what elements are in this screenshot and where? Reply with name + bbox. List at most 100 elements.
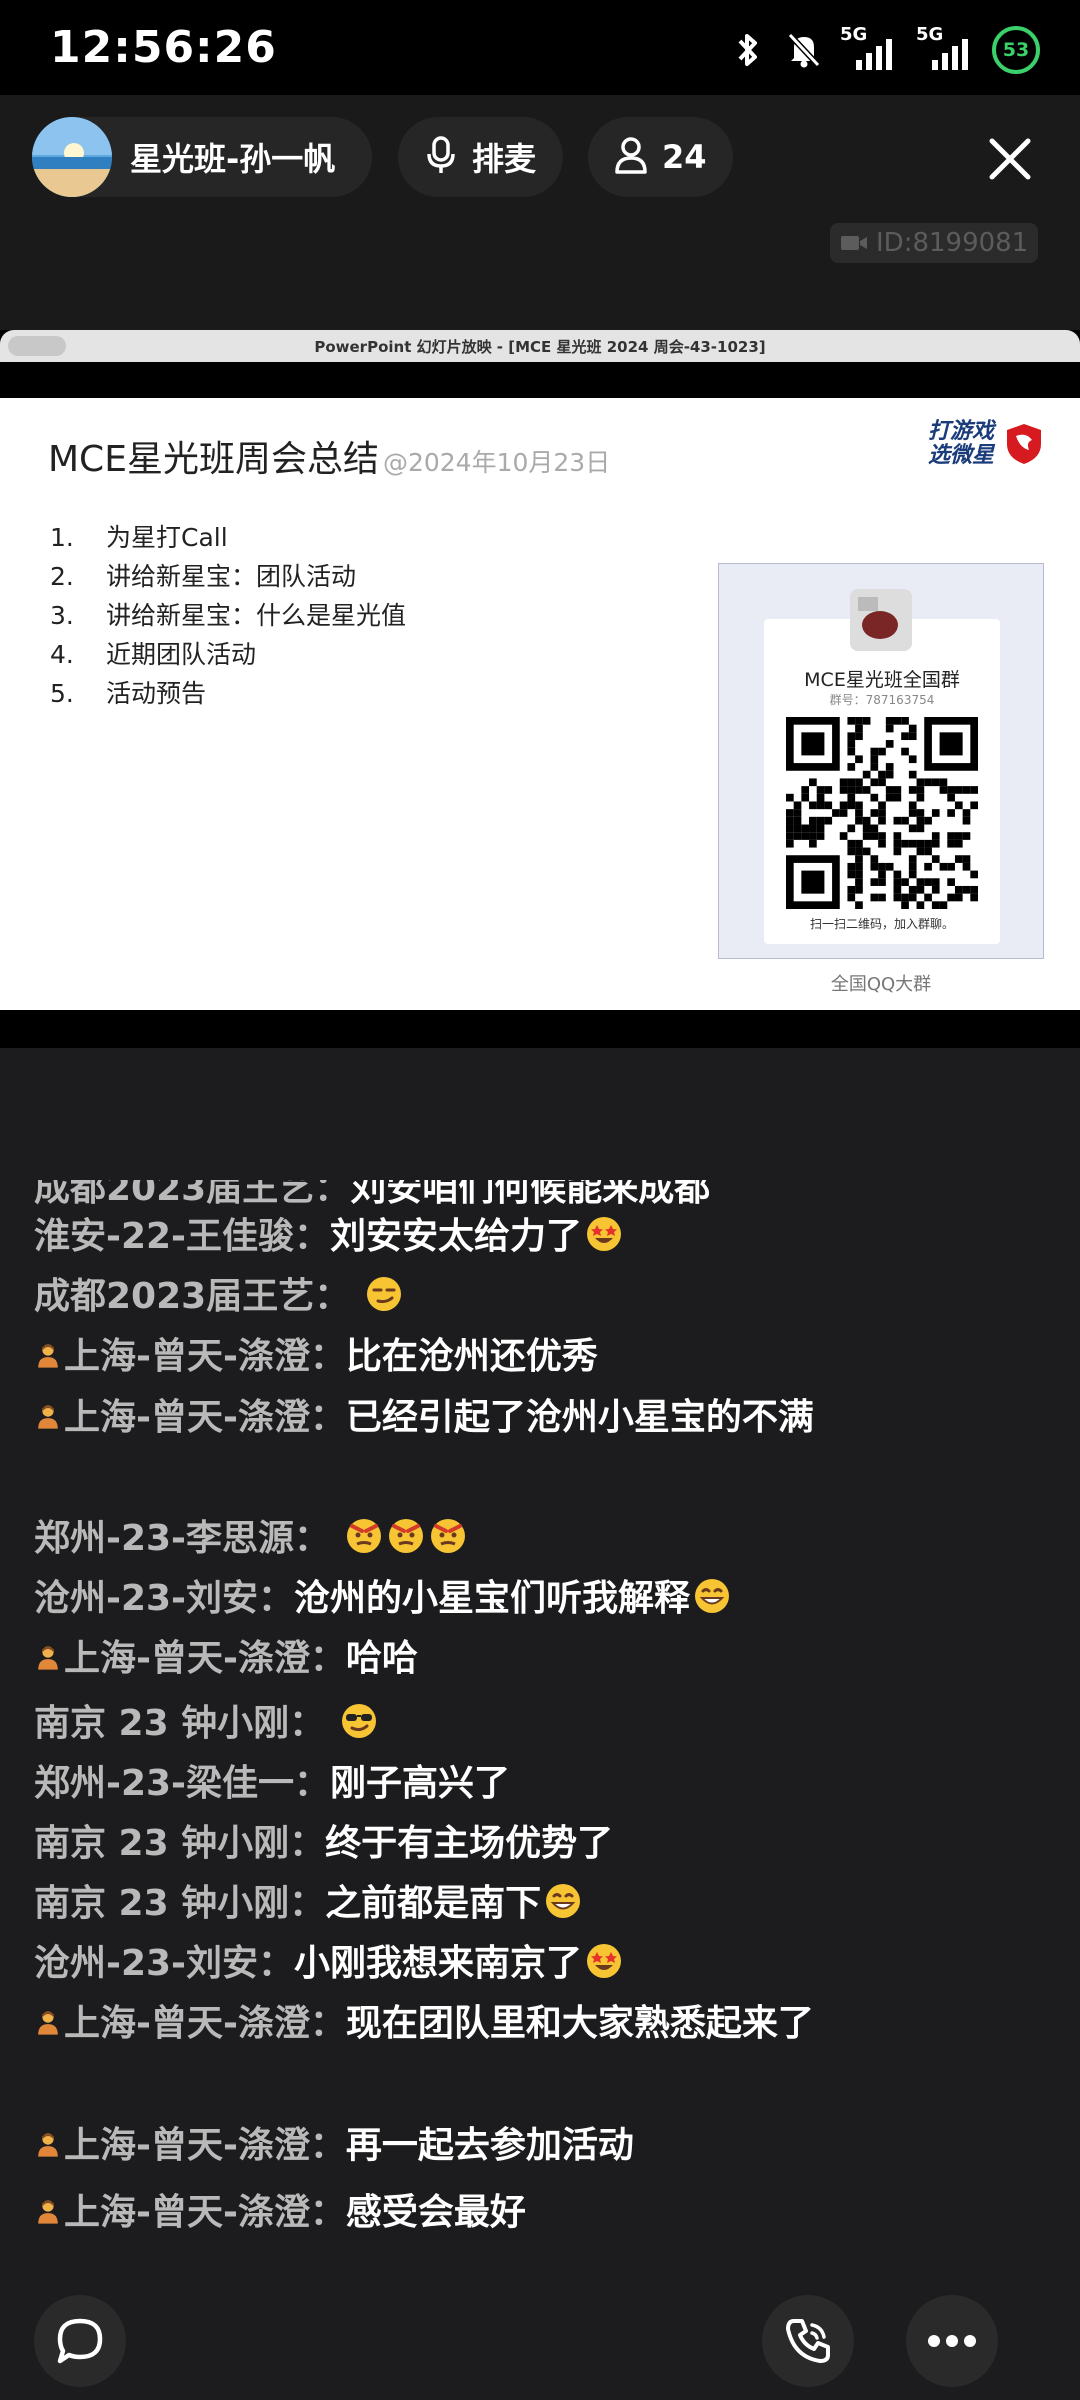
angry-emoji-icon xyxy=(344,1514,384,1554)
chat-message: 沧州-23-刘安：沧州的小星宝们听我解释 xyxy=(34,1568,814,1629)
audience-count-button[interactable]: 24 xyxy=(588,117,733,197)
more-icon xyxy=(928,2335,976,2347)
angry-emoji-icon xyxy=(386,1514,426,1554)
qr-module xyxy=(901,878,909,886)
qr-module xyxy=(809,816,817,825)
qr-module xyxy=(870,832,879,840)
qr-module xyxy=(893,870,902,879)
powerpoint-window-title: PowerPoint 幻灯片放映 - [MCE 星光班 2024 周会-43-1… xyxy=(314,338,766,356)
cool-emoji-icon xyxy=(339,1699,379,1739)
vip-badge-icon xyxy=(34,2186,62,2224)
qr-module xyxy=(901,747,909,756)
qr-module xyxy=(870,809,879,817)
qr-module xyxy=(885,740,894,748)
screen-share-view[interactable]: PowerPoint 幻灯片放映 - [MCE 星光班 2024 周会-43-1… xyxy=(0,330,1080,1048)
chat-message: 南京 23 钟小刚： xyxy=(34,1693,814,1754)
qr-module xyxy=(947,862,955,871)
qr-module xyxy=(862,786,871,794)
qr-module xyxy=(954,893,963,902)
qr-hint: 扫一扫二维码，加入群聊。 xyxy=(809,917,954,931)
qr-module xyxy=(870,878,879,886)
qr-module xyxy=(970,893,978,902)
qr-module xyxy=(809,832,817,840)
qr-module xyxy=(962,809,971,817)
qr-module xyxy=(916,786,925,794)
star-struck-emoji-icon xyxy=(584,1939,624,1979)
mute-bell-icon xyxy=(784,30,824,70)
more-button[interactable] xyxy=(906,2295,998,2387)
status-time: 12:56:26 xyxy=(50,22,277,73)
qr-module xyxy=(870,855,879,863)
qr-module xyxy=(947,832,955,840)
agenda-list: 1. 为星打Call 2. 讲给新星宝：团队活动 3. 讲给新星宝：什么是星光值 4.… xyxy=(50,518,406,713)
mic-queue-button[interactable]: 排麦 xyxy=(398,117,563,197)
qr-module xyxy=(878,816,886,825)
qr-module xyxy=(901,901,909,909)
qr-module xyxy=(947,793,955,802)
qr-module xyxy=(893,793,902,802)
comment-button[interactable] xyxy=(34,2295,126,2387)
qr-module xyxy=(908,839,917,848)
vip-badge-icon xyxy=(34,1997,62,2035)
signal-icon: 5G xyxy=(916,24,976,70)
qr-module xyxy=(793,816,802,825)
qr-module xyxy=(885,793,894,802)
qr-module xyxy=(916,885,925,894)
qr-module xyxy=(893,816,902,825)
qr-module xyxy=(847,786,856,794)
qr-module xyxy=(939,786,948,794)
powerpoint-title-bar: PowerPoint 幻灯片放映 - [MCE 星光班 2024 周会-43-1… xyxy=(0,330,1080,362)
qr-module xyxy=(847,862,856,871)
qr-module xyxy=(908,801,917,810)
chat-message: 上海-曾天-涤澄：感受会最好 xyxy=(34,2182,814,2243)
host-avatar[interactable] xyxy=(32,117,112,197)
qr-module xyxy=(862,770,871,779)
qr-module xyxy=(970,885,978,894)
qr-module xyxy=(847,717,856,725)
qr-module xyxy=(862,832,871,840)
qr-module xyxy=(855,870,863,879)
qr-module xyxy=(916,809,925,817)
qr-module xyxy=(855,885,863,894)
vip-badge-icon xyxy=(34,1330,62,1368)
qr-module xyxy=(916,793,925,802)
close-button[interactable] xyxy=(980,129,1040,189)
qr-module xyxy=(954,786,963,794)
qr-module xyxy=(962,862,971,871)
qr-module xyxy=(931,878,940,886)
qr-module xyxy=(931,885,940,894)
call-button[interactable] xyxy=(762,2295,854,2387)
qr-card: MCE星光班全国群 群号：787163754 扫一扫二维码，加入群聊。 xyxy=(764,589,1000,944)
qr-module xyxy=(931,809,940,817)
chat-message: 成都2023届王艺： xyxy=(34,1266,814,1327)
qr-module xyxy=(878,839,886,848)
qr-module xyxy=(855,855,863,863)
qr-module xyxy=(878,893,886,902)
qr-module xyxy=(786,816,794,825)
qr-module xyxy=(924,816,932,825)
qr-module xyxy=(847,801,856,810)
host-pill[interactable]: 星光班-孙一帆 xyxy=(32,117,372,197)
call-icon xyxy=(786,2319,830,2363)
chat-list[interactable]: 成都2023届王艺：刘安咱们何候能来成都 淮安-22-王佳骏：刘安安太给力了 成… xyxy=(0,1180,1080,2270)
qr-module xyxy=(885,724,894,733)
qr-module xyxy=(847,740,856,748)
qr-module xyxy=(901,816,909,825)
qr-module xyxy=(901,839,909,848)
qr-module xyxy=(855,717,863,725)
qr-module xyxy=(947,839,955,848)
chat-message: 郑州-23-李思源： xyxy=(34,1508,814,1569)
qr-finder xyxy=(801,870,825,894)
qr-module xyxy=(847,824,856,833)
msi-dragon-shield-icon xyxy=(1007,424,1041,464)
qr-module xyxy=(893,839,902,848)
group-avatar xyxy=(850,589,912,651)
qr-module xyxy=(893,885,902,894)
qr-module xyxy=(947,809,955,817)
qr-module xyxy=(947,786,955,794)
vip-badge-icon xyxy=(34,1632,62,1670)
comment-icon xyxy=(57,2318,103,2364)
qr-module xyxy=(847,778,856,787)
qr-module xyxy=(839,809,848,817)
qr-module xyxy=(847,793,856,802)
